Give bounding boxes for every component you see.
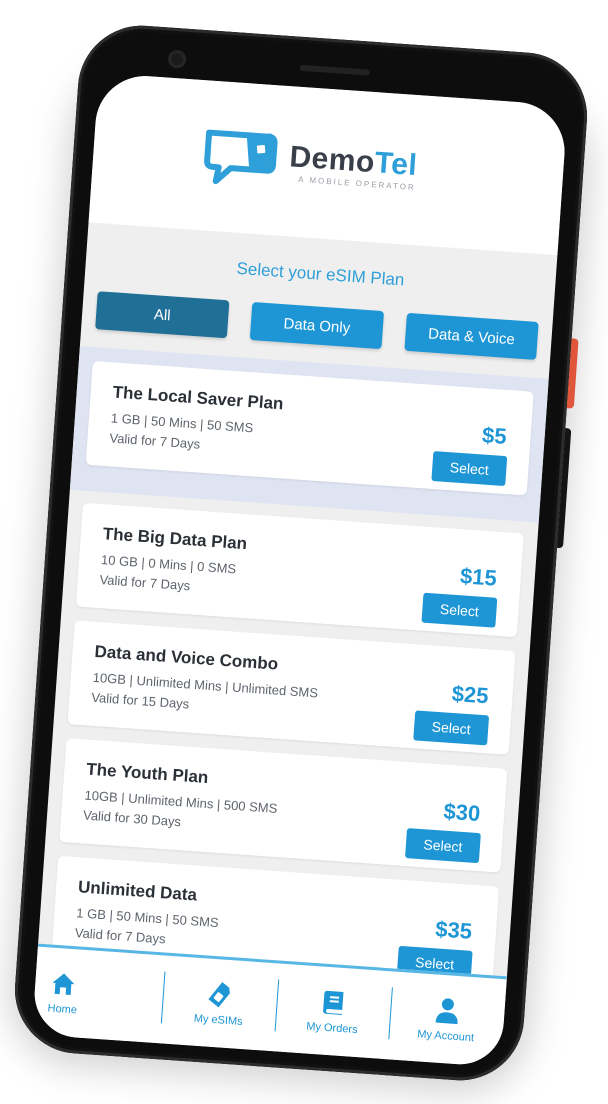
plan-price: $25 (450, 680, 490, 709)
nav-label: Home (47, 1002, 78, 1017)
home-icon (52, 973, 75, 996)
select-plan-button[interactable]: Select (421, 592, 498, 628)
volume-button (556, 428, 572, 549)
select-plan-button[interactable]: Select (404, 828, 481, 864)
phone-frame: DemoTel A MOBILE OPERATOR Select your eS… (10, 21, 592, 1085)
plan-name: Data and Voice Combo (93, 641, 279, 674)
plan-card[interactable]: The Youth Plan 10GB | Unlimited Mins | 5… (59, 738, 508, 873)
nav-label: My eSIMs (193, 1012, 244, 1029)
nav-my-esims[interactable]: My eSIMs (159, 956, 279, 1052)
plan-price: $5 (481, 422, 508, 450)
nav-label: My Orders (305, 1020, 358, 1037)
plan-validity: Valid for 7 Days (109, 430, 201, 452)
power-button (566, 338, 579, 409)
app-header: DemoTel A MOBILE OPERATOR (88, 72, 568, 256)
plan-name: The Youth Plan (85, 759, 209, 788)
brand-logo: DemoTel A MOBILE OPERATOR (199, 126, 419, 201)
page-title: Select your eSIM Plan (235, 258, 406, 290)
front-camera (167, 49, 187, 69)
plan-name: Unlimited Data (77, 877, 198, 905)
sim-card-icon (208, 982, 230, 1008)
select-plan-button[interactable]: Select (431, 450, 508, 487)
book-icon (323, 990, 344, 1015)
plan-price: $15 (459, 563, 498, 591)
plan-validity: Valid for 30 Days (82, 807, 182, 830)
plan-card[interactable]: Data and Voice Combo 10GB | Unlimited Mi… (67, 620, 516, 755)
user-icon (435, 998, 458, 1025)
plan-validity: Valid for 15 Days (90, 689, 190, 712)
screen: DemoTel A MOBILE OPERATOR Select your eS… (31, 72, 568, 1068)
plan-price: $30 (442, 798, 482, 827)
earpiece-speaker (299, 64, 370, 76)
plan-list: The Local Saver Plan 1 GB | 50 Mins | 50… (37, 346, 549, 991)
plan-card[interactable]: The Local Saver Plan 1 GB | 50 Mins | 50… (85, 361, 534, 496)
plan-name: The Big Data Plan (102, 524, 248, 554)
plan-price: $35 (434, 916, 473, 944)
plan-card[interactable]: The Big Data Plan 10 GB | 0 Mins | 0 SMS… (75, 502, 524, 638)
nav-label: My Account (416, 1028, 475, 1045)
plan-validity: Valid for 7 Days (74, 925, 167, 947)
chat-bubble-phone-icon (204, 129, 278, 185)
plan-name: The Local Saver Plan (112, 382, 285, 414)
nav-my-account[interactable]: My Account (387, 971, 507, 1067)
nav-my-orders[interactable]: My Orders (273, 963, 393, 1059)
plan-validity: Valid for 7 Days (99, 572, 191, 594)
select-plan-button[interactable]: Select (413, 710, 490, 746)
nav-home[interactable]: Home (32, 947, 166, 1044)
